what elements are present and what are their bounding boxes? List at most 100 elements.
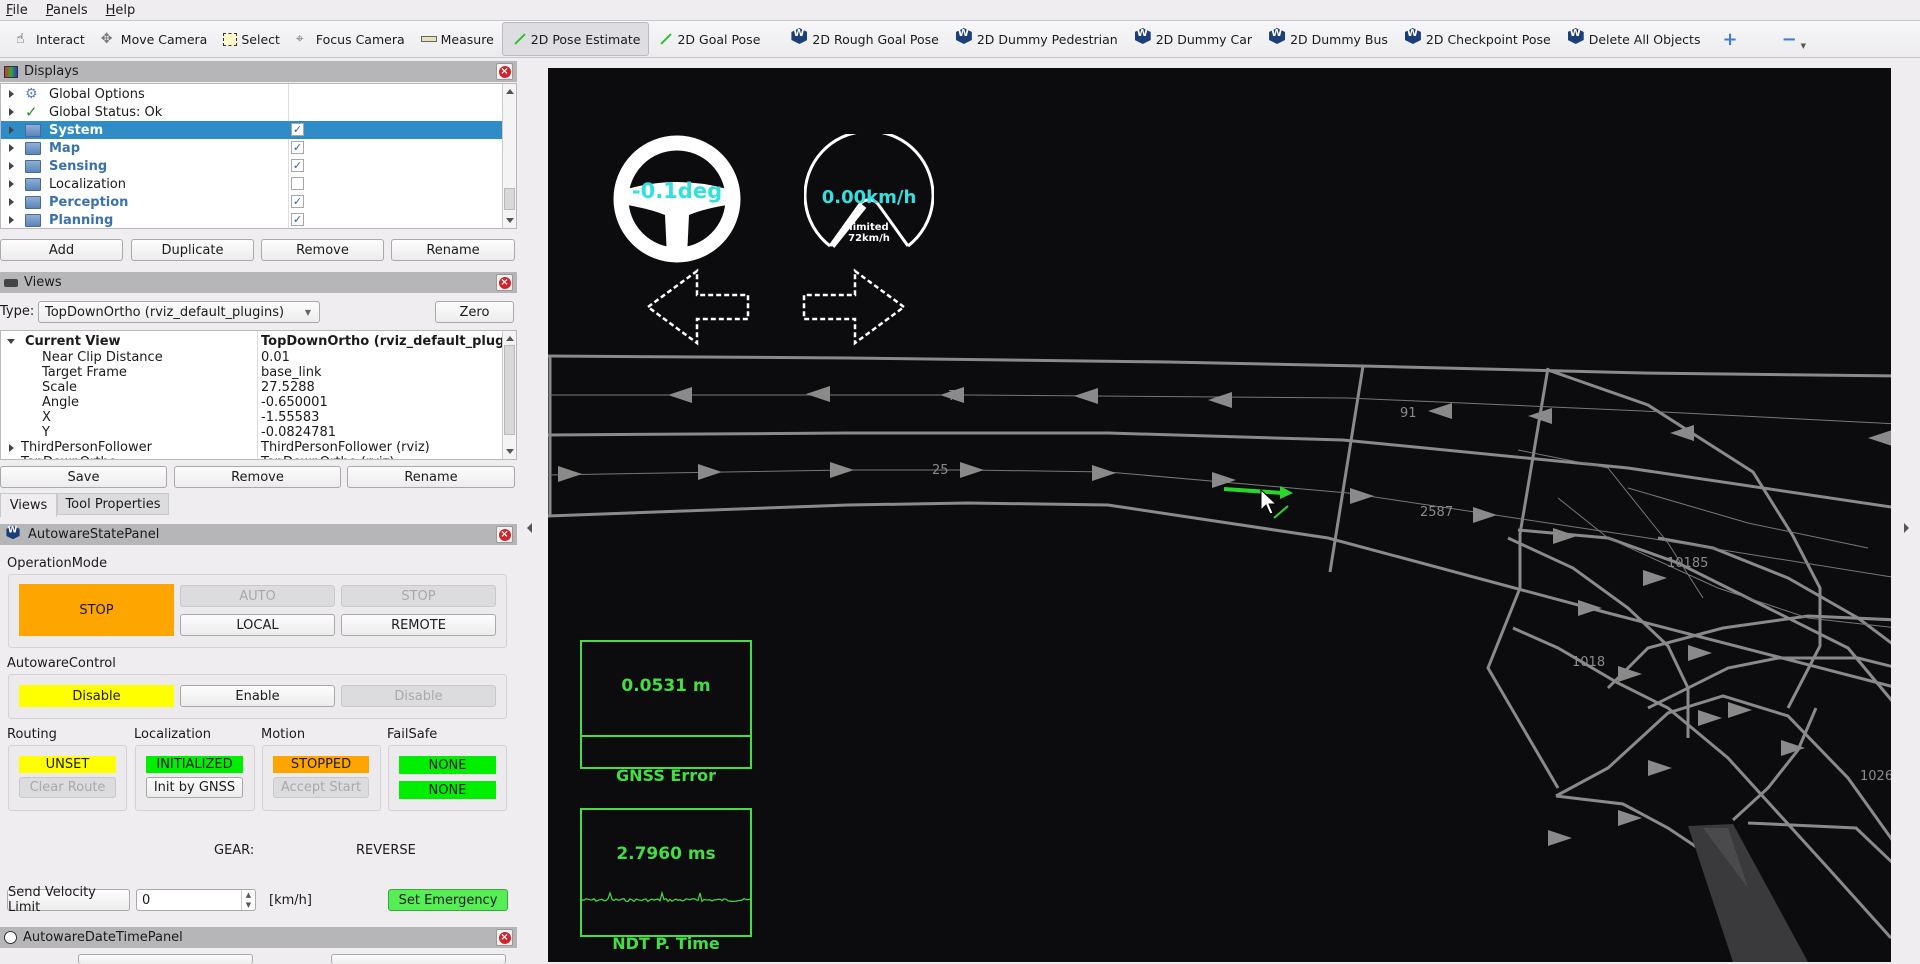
- scroll-up-icon[interactable]: [506, 336, 514, 341]
- scrollbar-thumb[interactable]: [504, 188, 515, 210]
- display-item-planning[interactable]: Planning ✓: [1, 211, 504, 228]
- 3d-viewport[interactable]: 71 25 91 2587 10185 1018 1026 -0.1deg 0.…: [548, 68, 1891, 962]
- expander-icon[interactable]: [7, 336, 17, 346]
- save-view-button[interactable]: Save: [0, 466, 167, 488]
- tool-2d-dummy-car[interactable]: 2D Dummy Car: [1126, 22, 1260, 56]
- expander-icon[interactable]: [7, 197, 17, 207]
- view-property-row[interactable]: Scale 27.5288: [1, 380, 504, 395]
- expander-icon[interactable]: [7, 161, 17, 171]
- property-value[interactable]: 27.5288: [261, 380, 315, 395]
- scrollbar-thumb[interactable]: [504, 345, 515, 435]
- view-property-row[interactable]: Target Frame base_link: [1, 365, 504, 380]
- property-value[interactable]: -0.650001: [261, 395, 328, 410]
- display-item-perception[interactable]: Perception ✓: [1, 193, 504, 211]
- collapse-left-dock-icon[interactable]: [527, 523, 532, 533]
- current-view-row[interactable]: Current View TopDownOrtho (rviz_default_…: [1, 332, 516, 350]
- add-display-button[interactable]: Add: [0, 239, 123, 261]
- close-views-button[interactable]: [496, 274, 513, 291]
- velocity-limit-input[interactable]: 0 ▲ ▼: [136, 889, 256, 911]
- remove-tool-button[interactable]: − ▼: [1774, 22, 1814, 56]
- property-value[interactable]: -0.0824781: [261, 425, 336, 440]
- menu-panels[interactable]: Panels: [46, 3, 88, 18]
- visibility-checkbox[interactable]: ✓: [291, 213, 304, 226]
- view-property-row[interactable]: Angle -0.650001: [1, 395, 504, 410]
- tool-2d-dummy-pedestrian[interactable]: 2D Dummy Pedestrian: [947, 22, 1126, 56]
- saved-view-row[interactable]: TopDownOrtho TopDownOrtho (rviz): [1, 455, 504, 459]
- init-by-gnss-button[interactable]: Init by GNSS: [146, 777, 243, 798]
- remote-button[interactable]: REMOTE: [341, 614, 496, 636]
- view-property-row[interactable]: Y -0.0824781: [1, 425, 504, 440]
- display-item-global-options[interactable]: ⚙ Global Options: [1, 85, 504, 103]
- expander-icon[interactable]: [7, 143, 17, 153]
- tool-2d-goal-pose[interactable]: 2D Goal Pose: [649, 22, 768, 56]
- tool-select[interactable]: Select: [215, 22, 288, 56]
- duplicate-display-button[interactable]: Duplicate: [131, 239, 254, 261]
- send-velocity-limit-button[interactable]: Send Velocity Limit: [7, 885, 130, 915]
- visibility-checkbox[interactable]: ✓: [291, 195, 304, 208]
- display-item-localization[interactable]: Localization: [1, 175, 504, 193]
- close-datetime-panel-button[interactable]: [496, 929, 513, 946]
- clear-route-button[interactable]: Clear Route: [19, 777, 116, 798]
- tool-2d-rough-goal-pose[interactable]: 2D Rough Goal Pose: [782, 22, 946, 56]
- property-value[interactable]: 0.01: [261, 350, 290, 365]
- stop-button[interactable]: STOP: [341, 585, 496, 607]
- visibility-checkbox[interactable]: ✓: [291, 141, 304, 154]
- views-scrollbar[interactable]: [502, 331, 516, 459]
- tool-2d-dummy-bus[interactable]: 2D Dummy Bus: [1260, 22, 1396, 56]
- expander-icon[interactable]: [7, 458, 17, 459]
- tool-delete-all-objects[interactable]: Delete All Objects: [1559, 22, 1709, 56]
- rename-display-button[interactable]: Rename: [391, 239, 515, 261]
- zero-button[interactable]: Zero: [435, 301, 514, 323]
- tool-move-camera[interactable]: ✥ Move Camera: [93, 22, 216, 56]
- enable-button[interactable]: Enable: [180, 685, 335, 707]
- set-emergency-button[interactable]: Set Emergency: [388, 889, 508, 911]
- accept-start-button[interactable]: Accept Start: [273, 777, 369, 798]
- datetime-field-2[interactable]: [331, 954, 506, 964]
- scroll-up-icon[interactable]: [506, 89, 514, 94]
- tab-tool-properties[interactable]: Tool Properties: [57, 493, 169, 515]
- close-state-panel-button[interactable]: [496, 526, 513, 543]
- tool-interact[interactable]: ☝ Interact: [8, 22, 93, 56]
- visibility-checkbox[interactable]: [291, 177, 304, 190]
- expander-icon[interactable]: [7, 107, 17, 117]
- displays-scrollbar[interactable]: [502, 84, 516, 228]
- tool-2d-pose-estimate[interactable]: 2D Pose Estimate: [501, 22, 650, 56]
- expander-icon[interactable]: [7, 179, 17, 189]
- display-item-global-status-ok[interactable]: ✓ Global Status: Ok: [1, 103, 504, 121]
- remove-view-button[interactable]: Remove: [174, 466, 341, 488]
- menu-help[interactable]: Help: [106, 3, 136, 18]
- ndt-time-widget: 2.7960 ms: [580, 808, 752, 937]
- view-type-select[interactable]: TopDownOrtho (rviz_default_plugins) ▼: [38, 301, 320, 323]
- add-tool-button[interactable]: +: [1714, 22, 1745, 56]
- view-property-row[interactable]: Near Clip Distance 0.01: [1, 350, 504, 365]
- tool-2d-checkpoint-pose[interactable]: 2D Checkpoint Pose: [1396, 22, 1559, 56]
- expander-icon[interactable]: [7, 125, 17, 135]
- disable-button[interactable]: Disable: [341, 685, 496, 707]
- local-button[interactable]: LOCAL: [180, 614, 335, 636]
- expand-right-dock-icon[interactable]: [1904, 523, 1909, 533]
- menu-file[interactable]: File: [6, 3, 28, 18]
- expander-icon[interactable]: [7, 215, 17, 225]
- view-property-row[interactable]: X -1.55583: [1, 410, 504, 425]
- visibility-checkbox[interactable]: ✓: [291, 123, 304, 136]
- remove-display-button[interactable]: Remove: [261, 239, 384, 261]
- display-item-system[interactable]: System ✓: [1, 121, 504, 139]
- tool-focus-camera[interactable]: ⌖ Focus Camera: [288, 22, 413, 56]
- scroll-down-icon[interactable]: [506, 449, 514, 454]
- datetime-field-1[interactable]: [78, 954, 253, 964]
- tool-measure[interactable]: Measure: [413, 22, 502, 56]
- tab-views[interactable]: Views: [0, 493, 57, 517]
- scroll-down-icon[interactable]: [506, 218, 514, 223]
- expander-icon[interactable]: [7, 89, 17, 99]
- auto-button[interactable]: AUTO: [180, 585, 335, 607]
- spinbox-arrows-icon[interactable]: ▲ ▼: [241, 890, 255, 910]
- visibility-checkbox[interactable]: ✓: [291, 159, 304, 172]
- saved-view-row[interactable]: ThirdPersonFollower ThirdPersonFollower (…: [1, 440, 504, 455]
- expander-icon[interactable]: [7, 443, 17, 453]
- rename-view-button[interactable]: Rename: [347, 466, 515, 488]
- property-value[interactable]: base_link: [261, 365, 321, 380]
- display-item-sensing[interactable]: Sensing ✓: [1, 157, 504, 175]
- close-displays-button[interactable]: [496, 63, 513, 80]
- display-item-map[interactable]: Map ✓: [1, 139, 504, 157]
- property-value[interactable]: -1.55583: [261, 410, 319, 425]
